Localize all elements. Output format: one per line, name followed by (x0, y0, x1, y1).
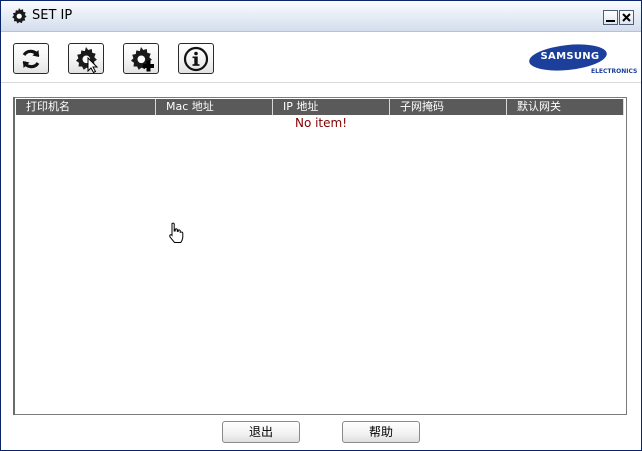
set-ip-window: SET IP SAMSUNG ELECTRONICS 打印机名 Mac 地址 I… (0, 0, 642, 451)
info-icon (183, 46, 209, 72)
logo-brand: SAMSUNG (540, 51, 600, 62)
column-header-printer-name[interactable]: 打印机名 (16, 99, 156, 115)
gear-cursor-icon (76, 47, 99, 73)
close-icon (622, 13, 631, 22)
info-button[interactable] (178, 43, 214, 74)
column-header-subnet-mask[interactable]: 子网掩码 (390, 99, 507, 115)
gear-icon (12, 8, 27, 24)
hand-cursor-icon (169, 222, 184, 243)
add-button[interactable] (123, 43, 159, 74)
printer-list[interactable]: 打印机名 Mac 地址 IP 地址 子网掩码 默认网关 No item! (13, 97, 627, 415)
exit-button[interactable]: 退出 (222, 421, 300, 443)
close-button[interactable] (619, 10, 634, 25)
column-header-ip-address[interactable]: IP 地址 (273, 99, 390, 115)
minimize-button[interactable] (603, 10, 618, 25)
list-header: 打印机名 Mac 地址 IP 地址 子网掩码 默认网关 (16, 99, 624, 115)
column-header-mac-address[interactable]: Mac 地址 (156, 99, 273, 115)
window-title: SET IP (32, 8, 73, 23)
refresh-icon (22, 49, 40, 69)
refresh-button[interactable] (13, 43, 49, 74)
gear-plus-icon (131, 47, 154, 72)
toolbar: SAMSUNG ELECTRONICS (1, 32, 641, 82)
logo-subtitle: ELECTRONICS (591, 68, 638, 75)
title-bar[interactable]: SET IP (1, 1, 641, 32)
column-header-default-gateway[interactable]: 默认网关 (507, 99, 624, 115)
empty-list-message: No item! (294, 116, 348, 130)
help-button[interactable]: 帮助 (342, 421, 420, 443)
samsung-logo: SAMSUNG ELECTRONICS (527, 40, 638, 77)
toolbar-separator (1, 82, 641, 83)
set-ip-button[interactable] (68, 43, 104, 74)
